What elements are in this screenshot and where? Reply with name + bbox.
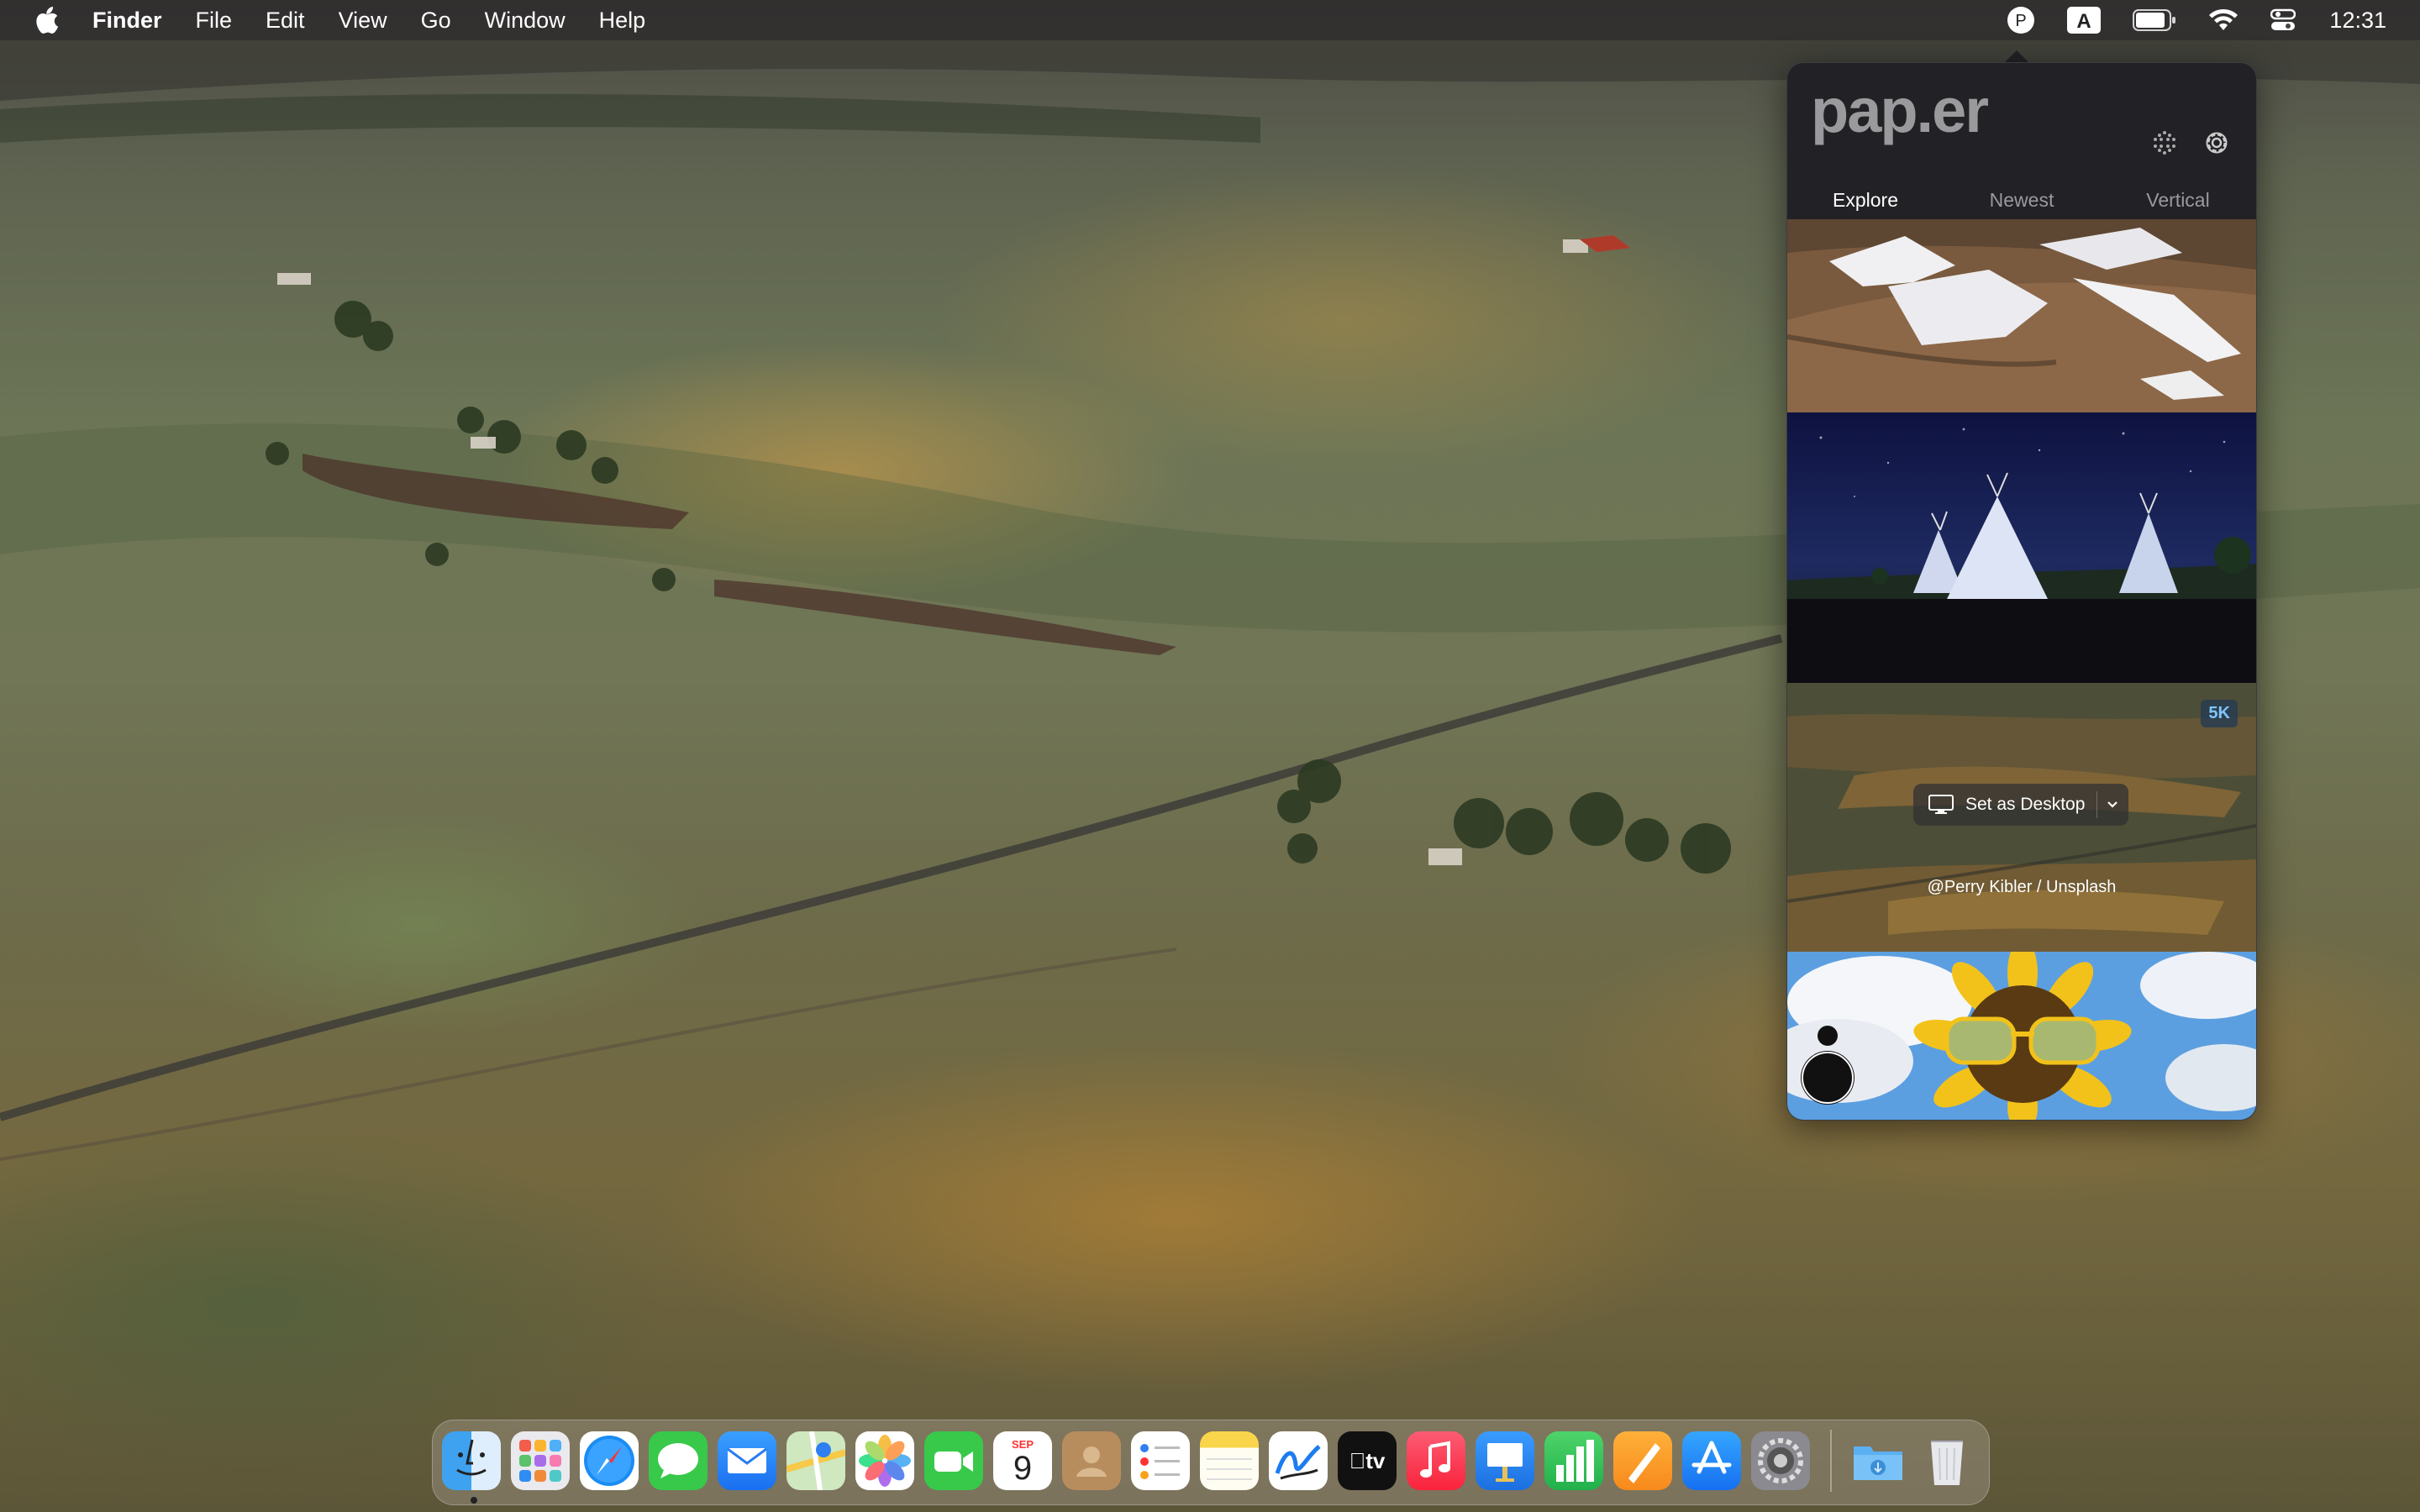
freeform-icon[interactable] bbox=[1269, 1431, 1328, 1490]
menu-go[interactable]: Go bbox=[421, 8, 451, 34]
menu-view[interactable]: View bbox=[339, 8, 387, 34]
menu-edit[interactable]: Edit bbox=[266, 8, 305, 34]
keynote-icon[interactable] bbox=[1476, 1431, 1534, 1490]
input-source-letter: A bbox=[2077, 10, 2091, 33]
app-menu-finder[interactable]: Finder bbox=[92, 8, 162, 34]
calendar-month: SEP bbox=[1011, 1437, 1034, 1451]
menu-window[interactable]: Window bbox=[485, 8, 566, 34]
tab-explore[interactable]: Explore bbox=[1787, 181, 1944, 223]
photo-credit[interactable]: @Perry Kibler / Unsplash bbox=[1787, 878, 2256, 897]
tv-text: tv bbox=[1357, 1447, 1385, 1473]
photos-icon[interactable] bbox=[855, 1431, 914, 1490]
messages-icon[interactable] bbox=[649, 1431, 708, 1490]
set-as-desktop-button[interactable]: Set as Desktop bbox=[1913, 784, 2128, 826]
tv-label:  bbox=[1349, 1448, 1366, 1474]
wallpaper-thumbnail-snowy-hills[interactable] bbox=[1787, 219, 2256, 412]
gear-icon[interactable] bbox=[2202, 129, 2231, 157]
maps-icon[interactable] bbox=[786, 1431, 845, 1490]
system-settings-icon[interactable] bbox=[1751, 1431, 1810, 1490]
button-separator bbox=[2096, 791, 2098, 818]
reminders-icon[interactable] bbox=[1131, 1431, 1190, 1490]
pages-icon[interactable] bbox=[1613, 1431, 1672, 1490]
contacts-icon[interactable] bbox=[1062, 1431, 1121, 1490]
safari-icon[interactable] bbox=[580, 1431, 639, 1490]
numbers-icon[interactable] bbox=[1544, 1431, 1603, 1490]
running-indicator bbox=[471, 1497, 477, 1504]
chevron-down-icon[interactable] bbox=[2106, 800, 2119, 810]
dock-divider bbox=[1830, 1430, 1832, 1492]
popover-tabs: Explore Newest Vertical bbox=[1787, 181, 2256, 223]
battery-icon[interactable] bbox=[2133, 9, 2176, 31]
menu-bar: Finder File Edit View Go Window Help P A… bbox=[0, 0, 2420, 40]
menu-bar-clock[interactable]: 12:31 bbox=[2329, 8, 2386, 34]
menu-file[interactable]: File bbox=[196, 8, 233, 34]
mail-icon[interactable] bbox=[718, 1431, 776, 1490]
downloads-folder-icon[interactable] bbox=[1849, 1431, 1907, 1490]
keyboard-input-a-icon[interactable]: A bbox=[2067, 7, 2102, 34]
calendar-icon[interactable]: SEP 9 bbox=[993, 1431, 1052, 1490]
app-store-icon[interactable] bbox=[1682, 1431, 1741, 1490]
menu-help[interactable]: Help bbox=[599, 8, 646, 34]
paper-app-letter: P bbox=[2016, 12, 2027, 30]
resolution-badge: 5K bbox=[2201, 700, 2238, 727]
monitor-icon bbox=[1928, 795, 1954, 815]
set-as-desktop-label: Set as Desktop bbox=[1965, 795, 2086, 814]
wallpaper-thumbnail-palouse-hills[interactable]: 5K Set as Desktop @Perry Kibler / Unspla… bbox=[1787, 683, 2256, 952]
wallpaper-thumbnail-teepees-night[interactable] bbox=[1787, 412, 2256, 683]
tv-icon[interactable]: tv bbox=[1338, 1431, 1397, 1490]
paper-app-icon[interactable]: P bbox=[2007, 6, 2035, 34]
paper-popover: pap.er Explore Newest Vertical 5K Set as… bbox=[1786, 62, 2257, 1121]
notes-icon[interactable] bbox=[1200, 1431, 1259, 1490]
music-icon[interactable] bbox=[1407, 1431, 1465, 1490]
tab-vertical[interactable]: Vertical bbox=[2100, 181, 2256, 223]
wifi-icon[interactable] bbox=[2208, 8, 2238, 32]
wallpaper-thumbnail-sunflower-sunglasses[interactable] bbox=[1787, 952, 2256, 1120]
trash-icon[interactable] bbox=[1918, 1431, 1976, 1490]
launchpad-icon[interactable] bbox=[511, 1431, 570, 1490]
dots-grid-icon[interactable] bbox=[2150, 129, 2179, 157]
paper-logo: pap.er bbox=[1811, 76, 1989, 145]
apple-menu-icon[interactable] bbox=[35, 7, 59, 34]
tab-newest[interactable]: Newest bbox=[1944, 181, 2100, 223]
finder-icon[interactable] bbox=[442, 1431, 501, 1490]
calendar-day: 9 bbox=[1013, 1449, 1033, 1487]
control-center-icon[interactable] bbox=[2270, 8, 2296, 33]
facetime-icon[interactable] bbox=[924, 1431, 983, 1490]
